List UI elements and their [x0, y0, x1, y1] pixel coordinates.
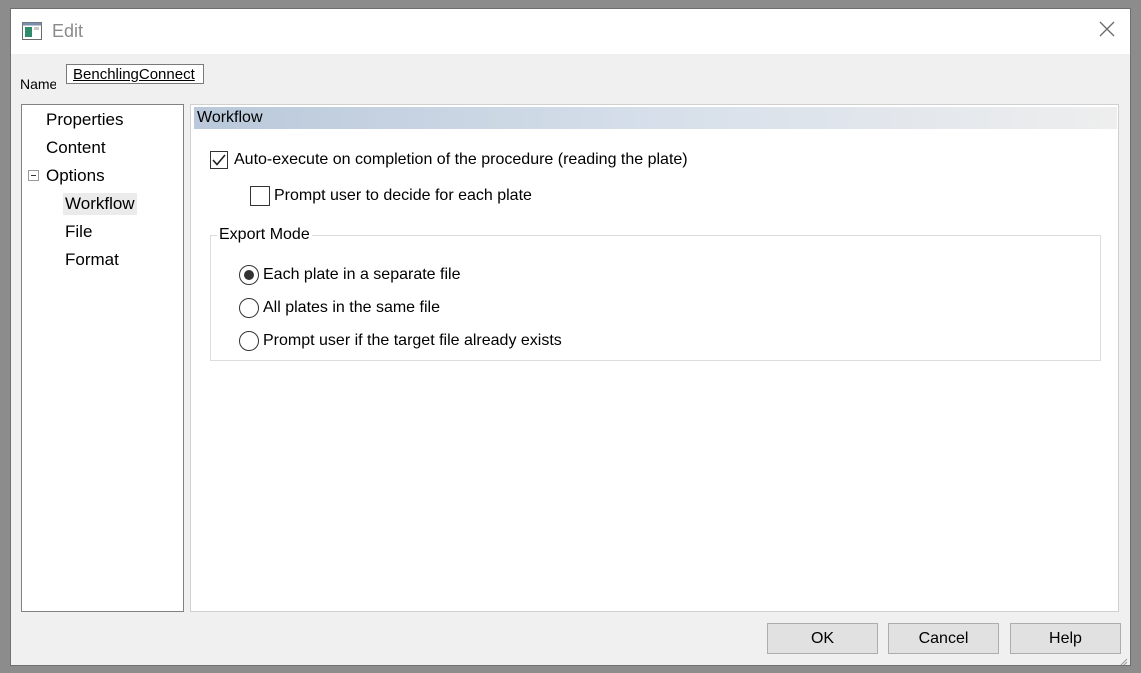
collapse-minus-icon[interactable]	[28, 170, 39, 181]
radio-button[interactable]	[239, 298, 259, 318]
radio-button[interactable]	[239, 331, 259, 351]
prompt-each-plate-option[interactable]: Prompt user to decide for each plate	[250, 186, 532, 206]
tree-item-content[interactable]: Content	[46, 137, 106, 159]
resize-grip-icon[interactable]	[1118, 653, 1128, 666]
panel-header: Workflow	[194, 107, 1117, 129]
radio-all-plates-label: All plates in the same file	[263, 299, 440, 316]
auto-execute-label: Auto-execute on completion of the proced…	[234, 151, 688, 168]
workflow-panel: Workflow Auto-execute on completion of t…	[190, 104, 1119, 612]
window-icon	[22, 22, 42, 40]
radio-button-selected[interactable]	[239, 265, 259, 285]
help-button[interactable]: Help	[1010, 623, 1121, 654]
radio-each-plate[interactable]: Each plate in a separate file	[239, 265, 460, 285]
title-bar[interactable]: Edit	[11, 9, 1130, 54]
radio-each-plate-label: Each plate in a separate file	[263, 266, 461, 283]
edit-dialog: Edit Name BenchlingConnect Properties Co…	[11, 9, 1130, 666]
auto-execute-option[interactable]: Auto-execute on completion of the proced…	[210, 151, 688, 169]
checkmark-icon	[212, 154, 226, 166]
radio-all-plates[interactable]: All plates in the same file	[239, 298, 440, 318]
auto-execute-checkbox[interactable]	[210, 151, 228, 169]
export-mode-group: Export Mode Each plate in a separate fil…	[210, 226, 1101, 361]
name-label: Name	[20, 76, 56, 92]
radio-prompt-exists[interactable]: Prompt user if the target file already e…	[239, 331, 562, 351]
tree-item-properties[interactable]: Properties	[46, 109, 123, 131]
close-icon	[1099, 21, 1115, 42]
tree-item-file[interactable]: File	[65, 221, 92, 243]
window-title: Edit	[52, 21, 84, 41]
name-input[interactable]: BenchlingConnect	[66, 64, 204, 84]
options-tree[interactable]: Properties Content Options Workflow File…	[21, 104, 184, 612]
name-row: Name BenchlingConnect	[11, 54, 1130, 104]
tree-item-workflow[interactable]: Workflow	[63, 193, 137, 215]
cancel-button[interactable]: Cancel	[888, 623, 999, 654]
prompt-each-plate-checkbox[interactable]	[250, 186, 270, 206]
radio-prompt-exists-label: Prompt user if the target file already e…	[263, 332, 562, 349]
export-mode-title: Export Mode	[217, 226, 312, 244]
ok-button[interactable]: OK	[767, 623, 878, 654]
tree-item-options[interactable]: Options	[46, 165, 105, 187]
close-button[interactable]	[1084, 9, 1130, 54]
tree-item-format[interactable]: Format	[65, 249, 119, 271]
prompt-each-plate-label: Prompt user to decide for each plate	[274, 187, 532, 204]
